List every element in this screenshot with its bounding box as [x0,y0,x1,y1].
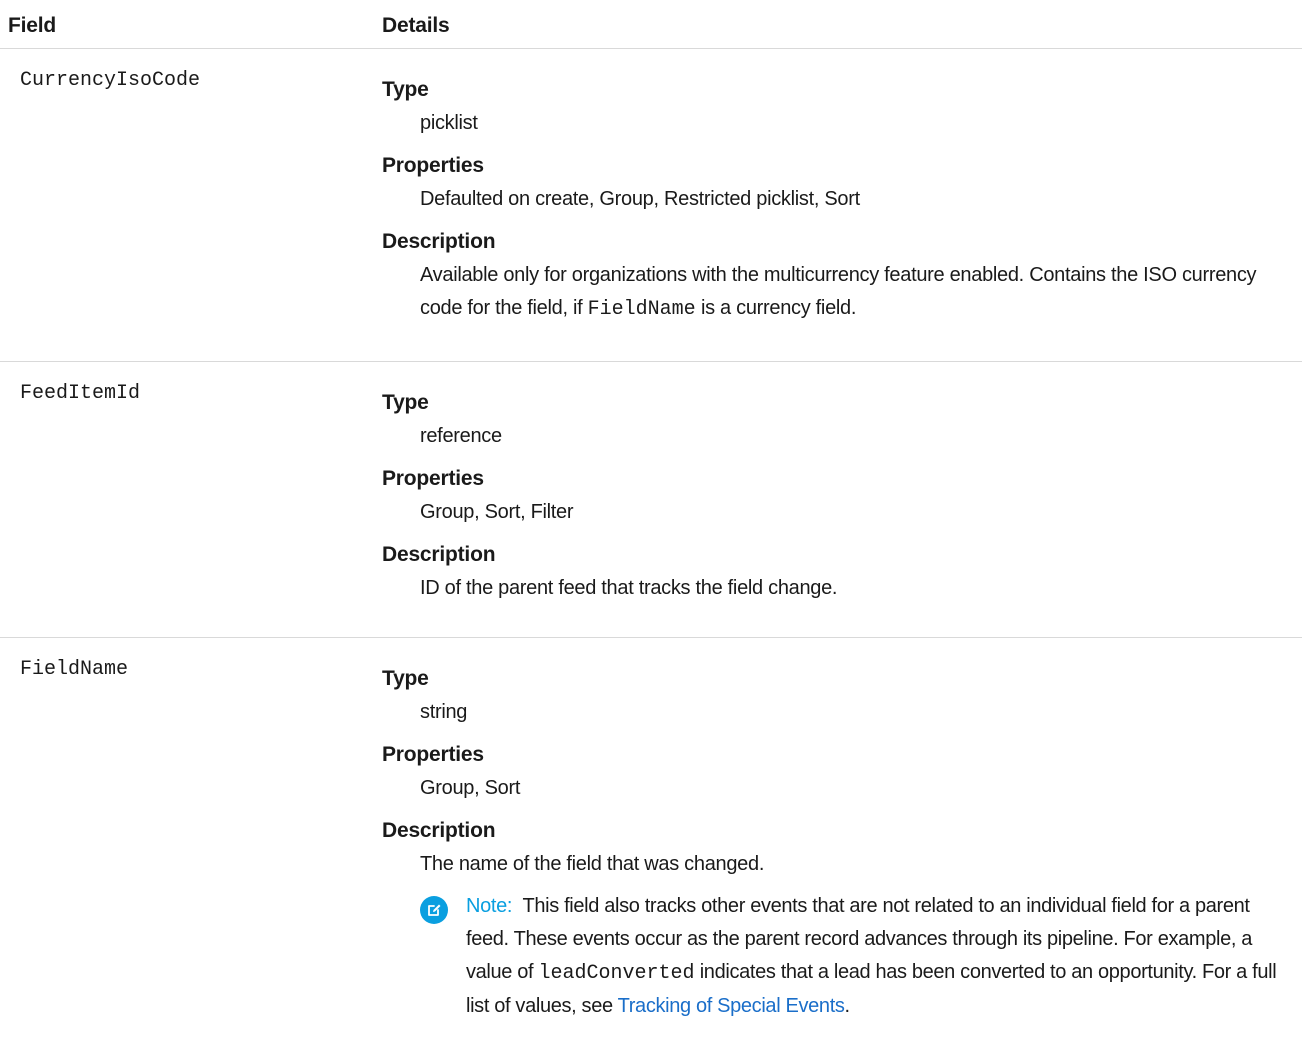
description-value: ID of the parent feed that tracks the fi… [420,577,838,599]
description-label: Description [382,543,496,566]
properties-value: Group, Sort [420,777,521,799]
description-value: Available only for organizations with th… [382,259,1280,326]
note-text: Note: This field also tracks other event… [466,890,1280,1023]
type-value: string [420,701,468,723]
table-row: FeedItemId Type reference Properties Gro… [0,362,1302,638]
properties-label: Properties [382,154,484,177]
type-label: Type [382,667,429,690]
field-details: Type reference Properties Group, Sort, F… [382,362,1302,637]
type-value: reference [420,425,502,447]
properties-value: Defaulted on create, Group, Restricted p… [420,188,860,210]
description-text: is a currency field. [695,297,857,319]
header-details: Details [382,14,450,37]
field-name: FieldName [20,658,129,681]
type-label: Type [382,78,429,101]
edit-note-icon [420,896,448,924]
table-header: Field Details [0,0,1302,49]
description-value: The name of the field that was changed. [420,853,765,875]
tracking-special-events-link[interactable]: Tracking of Special Events [618,995,845,1017]
type-label: Type [382,391,429,414]
table-row: CurrencyIsoCode Type picklist Properties… [0,49,1302,362]
field-name: FeedItemId [20,382,141,405]
field-table: Field Details CurrencyIsoCode Type pickl… [0,0,1302,1063]
field-name: CurrencyIsoCode [20,69,201,92]
type-value: picklist [420,112,478,134]
description-label: Description [382,230,496,253]
description-label: Description [382,819,496,842]
inline-code: leadConverted [538,962,695,985]
properties-label: Properties [382,467,484,490]
note-callout: Note: This field also tracks other event… [382,894,1280,1023]
note-body: . [844,995,851,1017]
note-label: Note: [466,895,513,917]
properties-value: Group, Sort, Filter [420,501,574,523]
field-details: Type picklist Properties Defaulted on cr… [382,49,1302,361]
field-details: Type string Properties Group, Sort Descr… [382,638,1302,1063]
table-row: FieldName Type string Properties Group, … [0,638,1302,1063]
header-field: Field [8,14,57,37]
properties-label: Properties [382,743,484,766]
inline-code: FieldName [587,298,696,321]
